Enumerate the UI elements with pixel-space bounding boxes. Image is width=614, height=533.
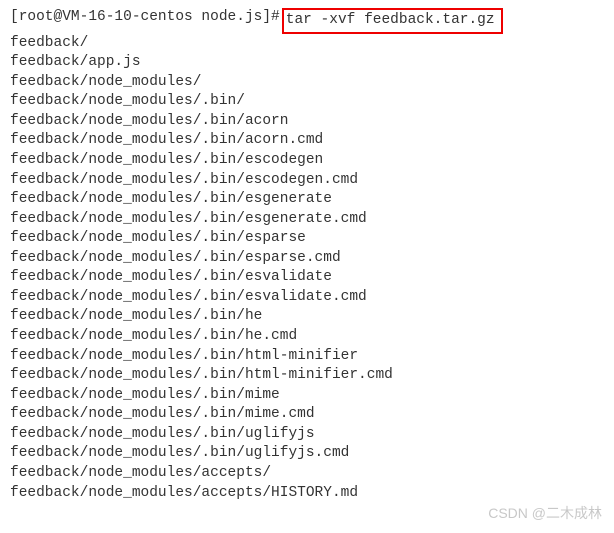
output-line: feedback/node_modules/.bin/esgenerate.cm… [10, 210, 604, 230]
output-line: feedback/node_modules/.bin/uglifyjs [10, 425, 604, 445]
output-line: feedback/node_modules/accepts/HISTORY.md [10, 484, 604, 504]
output-line: feedback/node_modules/.bin/he [10, 307, 604, 327]
output-line: feedback/node_modules/.bin/ [10, 92, 604, 112]
output-line: feedback/node_modules/.bin/html-minifier… [10, 366, 604, 386]
watermark-text: CSDN @二木成林 [488, 504, 602, 523]
output-line: feedback/node_modules/.bin/esparse [10, 229, 604, 249]
output-line: feedback/node_modules/ [10, 73, 604, 93]
output-line: feedback/node_modules/.bin/acorn [10, 112, 604, 132]
output-line: feedback/node_modules/.bin/esvalidate.cm… [10, 288, 604, 308]
output-line: feedback/node_modules/accepts/ [10, 464, 604, 484]
highlighted-command: tar -xvf feedback.tar.gz [282, 8, 503, 34]
output-line: feedback/node_modules/.bin/html-minifier [10, 347, 604, 367]
output-line: feedback/node_modules/.bin/escodegen.cmd [10, 171, 604, 191]
output-line: feedback/node_modules/.bin/esvalidate [10, 268, 604, 288]
output-line: feedback/ [10, 34, 604, 54]
output-line: feedback/node_modules/.bin/escodegen [10, 151, 604, 171]
output-line: feedback/app.js [10, 53, 604, 73]
output-line: feedback/node_modules/.bin/esgenerate [10, 190, 604, 210]
output-line: feedback/node_modules/.bin/he.cmd [10, 327, 604, 347]
terminal-output: feedback/feedback/app.jsfeedback/node_mo… [10, 34, 604, 504]
output-line: feedback/node_modules/.bin/acorn.cmd [10, 131, 604, 151]
shell-prompt: [root@VM-16-10-centos node.js]# [10, 8, 280, 28]
command-line[interactable]: [root@VM-16-10-centos node.js]# tar -xvf… [10, 8, 604, 34]
output-line: feedback/node_modules/.bin/uglifyjs.cmd [10, 444, 604, 464]
output-line: feedback/node_modules/.bin/mime [10, 386, 604, 406]
output-line: feedback/node_modules/.bin/mime.cmd [10, 405, 604, 425]
output-line: feedback/node_modules/.bin/esparse.cmd [10, 249, 604, 269]
